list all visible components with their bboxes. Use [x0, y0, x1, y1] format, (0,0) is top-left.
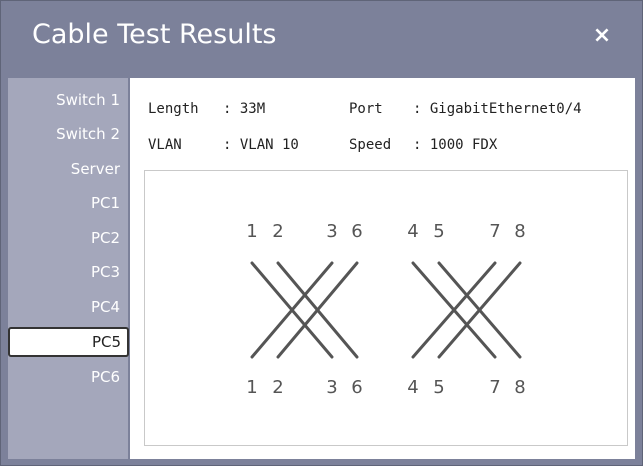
bottom-pin-label-8: 8 [514, 377, 525, 398]
sidebar-item-server[interactable]: Server [8, 154, 128, 184]
port-label: Port [349, 101, 383, 117]
sidebar-item-pc5[interactable]: PC5 [8, 327, 129, 357]
sidebar-item-pc3[interactable]: PC3 [8, 257, 128, 287]
bottom-pin-label-6: 6 [351, 377, 362, 398]
results-panel: Length : 33M Port : GigabitEthernet0/4 V… [130, 78, 635, 459]
sidebar-item-switch-2[interactable]: Switch 2 [8, 119, 128, 149]
port-value: : GigabitEthernet0/4 [413, 101, 582, 117]
vlan-value: : VLAN 10 [223, 137, 299, 153]
sidebar-item-switch-1[interactable]: Switch 1 [8, 85, 128, 115]
length-label: Length [148, 101, 199, 117]
bottom-pin-label-2: 2 [272, 377, 283, 398]
sidebar-item-pc2[interactable]: PC2 [8, 223, 128, 253]
bottom-pin-label-4: 4 [407, 377, 418, 398]
length-value: : 33M [223, 101, 266, 117]
bottom-pin-label-7: 7 [489, 377, 500, 398]
dialog-titlebar: Cable Test Results × [1, 1, 642, 77]
top-pin-label-4: 4 [407, 221, 418, 242]
bottom-pin-label-5: 5 [433, 377, 444, 398]
bottom-pin-label-1: 1 [246, 377, 257, 398]
speed-value: : 1000 FDX [413, 137, 498, 153]
wiring-diagram: 1236457812364578 [144, 170, 628, 446]
top-pin-label-3: 3 [326, 221, 337, 242]
device-sidebar: Switch 1 Switch 2 Server PC1 PC2 PC3 PC4… [8, 78, 129, 459]
bottom-pin-label-3: 3 [326, 377, 337, 398]
top-pin-label-1: 1 [246, 221, 257, 242]
close-icon[interactable]: × [589, 21, 615, 51]
top-pin-label-7: 7 [489, 221, 500, 242]
sidebar-item-pc4[interactable]: PC4 [8, 292, 128, 322]
cable-test-dialog: Cable Test Results × Switch 1 Switch 2 S… [0, 0, 643, 466]
sidebar-item-pc1[interactable]: PC1 [8, 188, 128, 218]
vlan-label: VLAN [148, 137, 182, 153]
speed-label: Speed [349, 137, 392, 153]
top-pin-label-2: 2 [272, 221, 283, 242]
dialog-title: Cable Test Results [32, 19, 277, 50]
wiring-diagram-svg: 1 2 3 6 4 5 7 81 2 3 6 4 5 7 8 [246, 221, 525, 398]
sidebar-item-pc6[interactable]: PC6 [8, 362, 128, 392]
top-pin-label-8: 8 [514, 221, 525, 242]
top-pin-label-5: 5 [433, 221, 444, 242]
top-pin-label-6: 6 [351, 221, 362, 242]
